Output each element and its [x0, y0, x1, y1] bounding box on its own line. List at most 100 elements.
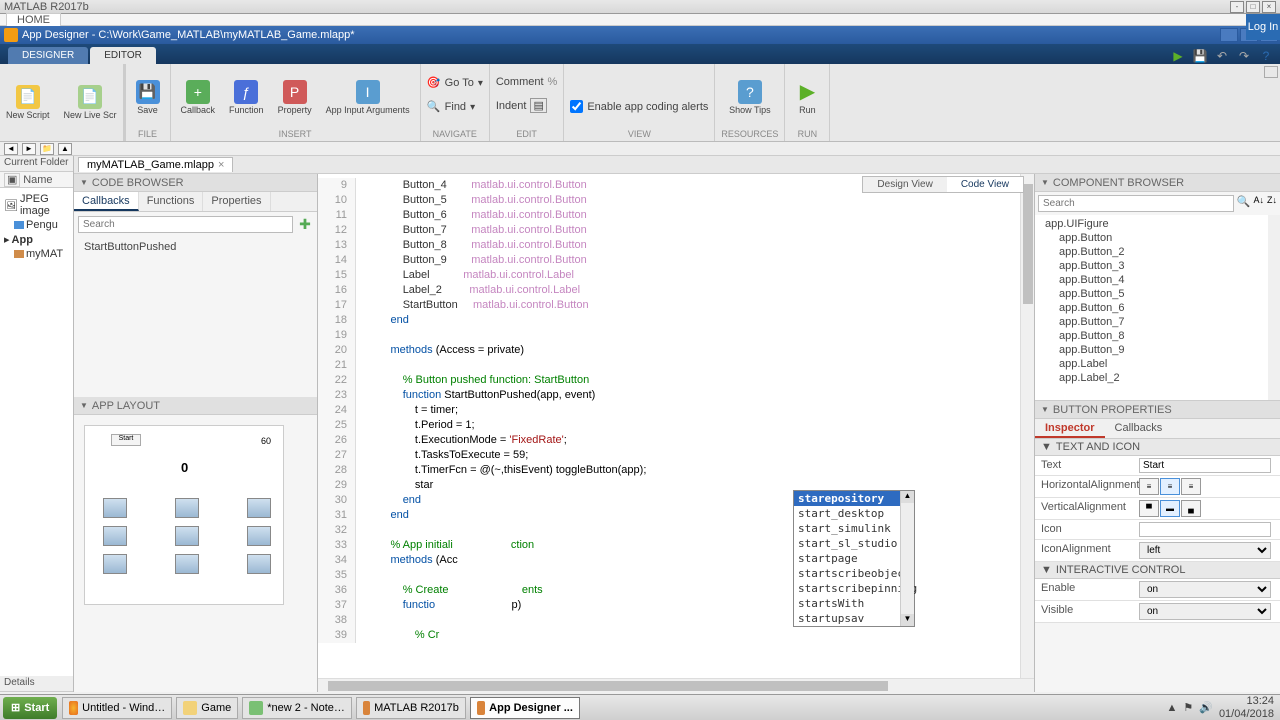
tree-scrollbar[interactable] [1268, 215, 1280, 400]
redo-icon[interactable]: ↷ [1236, 48, 1252, 64]
halign-right[interactable]: ≡ [1181, 478, 1201, 495]
find-button[interactable]: 🔍Find ▾ [427, 98, 483, 116]
start-button[interactable]: ⊞Start [3, 697, 57, 719]
component-tree-item[interactable]: app.Button_2 [1035, 245, 1280, 259]
search-icon[interactable]: 🔍 [1237, 195, 1251, 212]
code-view-button[interactable]: Code View [947, 177, 1023, 192]
autocomplete-item[interactable]: start_simulink [794, 521, 914, 536]
halign-center[interactable]: ≡ [1160, 478, 1180, 495]
layout-preview[interactable]: Start 60 0 [84, 425, 284, 605]
help-icon[interactable]: ? [1258, 48, 1274, 64]
folder-item[interactable]: Pengu [4, 218, 69, 232]
sort-za-icon[interactable]: Z↓ [1267, 195, 1277, 212]
autocomplete-popup[interactable]: ▲▼ starepositorystart_desktopstart_simul… [793, 490, 915, 627]
file-tab[interactable]: myMATLAB_Game.mlapp× [78, 157, 233, 172]
component-tree-item[interactable]: app.Button_8 [1035, 329, 1280, 343]
folder-item[interactable]: myMAT [4, 247, 69, 261]
valign-middle[interactable]: ▬ [1160, 500, 1180, 517]
tab-properties[interactable]: Properties [203, 192, 270, 211]
visible-select[interactable]: on [1139, 603, 1271, 620]
app-minimize[interactable] [1220, 28, 1238, 42]
tray-icon[interactable]: 🔊 [1199, 701, 1213, 714]
nav-back-icon[interactable]: ◄ [4, 143, 18, 155]
folder-item[interactable]: ▸ App [4, 232, 69, 247]
nav-fwd-icon[interactable]: ► [22, 143, 36, 155]
text-input[interactable] [1139, 458, 1271, 473]
code-editor[interactable]: 9 Button_4 matlab.ui.control.Button10 Bu… [318, 174, 1034, 678]
save-button[interactable]: 💾Save [132, 68, 164, 127]
enable-select[interactable]: on [1139, 581, 1271, 598]
undo-icon[interactable]: ↶ [1214, 48, 1230, 64]
hscrollbar[interactable] [318, 678, 1034, 692]
up-icon[interactable]: ▲ [58, 143, 72, 155]
taskbar-item[interactable]: App Designer ... [470, 697, 580, 719]
tray-icon[interactable]: ▲ [1166, 702, 1177, 714]
new-livescript-button[interactable]: 📄New Live Scr [60, 64, 121, 141]
design-view-button[interactable]: Design View [863, 177, 946, 192]
showtips-button[interactable]: ?Show Tips [725, 68, 775, 127]
component-tree-item[interactable]: app.Button [1035, 231, 1280, 245]
component-tree-item[interactable]: app.UIFigure [1035, 217, 1280, 231]
close-button[interactable]: × [1262, 1, 1276, 13]
section-interactive[interactable]: ▼INTERACTIVE CONTROL [1035, 562, 1280, 579]
tab-designer[interactable]: DESIGNER [8, 47, 88, 64]
autocomplete-item[interactable]: start_desktop [794, 506, 914, 521]
appinput-button[interactable]: IApp Input Arguments [322, 68, 414, 127]
minimize-button[interactable]: - [1230, 1, 1244, 13]
tray-icon[interactable]: ⚑ [1183, 701, 1193, 714]
taskbar-item[interactable]: Game [176, 697, 238, 719]
icon-input[interactable] [1139, 522, 1271, 537]
ribbon-collapse-icon[interactable] [1264, 66, 1278, 78]
function-button[interactable]: ƒFunction [225, 68, 268, 127]
goto-button[interactable]: 🎯Go To ▾ [427, 74, 483, 92]
component-tree-item[interactable]: app.Button_6 [1035, 301, 1280, 315]
component-tree-item[interactable]: app.Button_3 [1035, 259, 1280, 273]
component-tree-item[interactable]: app.Button_9 [1035, 343, 1280, 357]
taskbar-item[interactable]: Untitled - Wind… [62, 697, 172, 719]
indent-button[interactable]: Indent ▤ [496, 96, 557, 115]
property-button[interactable]: PProperty [274, 68, 316, 127]
taskbar-item[interactable]: MATLAB R2017b [356, 697, 466, 719]
login-button[interactable]: Log In [1246, 14, 1280, 40]
run-button[interactable]: ▶Run [791, 68, 823, 127]
autocomplete-item[interactable]: startupsav [794, 611, 914, 626]
run-icon[interactable]: ▶ [1170, 48, 1186, 64]
halign-left[interactable]: ≡ [1139, 478, 1159, 495]
folder-icon[interactable]: 📁 [40, 143, 54, 155]
folder-item[interactable]: 🖼JPEG image [4, 192, 69, 218]
save-icon[interactable]: 💾 [1192, 48, 1208, 64]
component-tree-item[interactable]: app.Label_2 [1035, 371, 1280, 385]
sort-az-icon[interactable]: A↓ [1253, 195, 1264, 212]
vscrollbar[interactable] [1020, 174, 1034, 678]
callback-button[interactable]: +Callback [177, 68, 220, 127]
autocomplete-item[interactable]: startsWith [794, 596, 914, 611]
enable-hints-checkbox[interactable]: Enable app coding alerts [570, 68, 708, 127]
home-tab[interactable]: HOME [6, 13, 61, 26]
add-callback-button[interactable]: ✚ [297, 216, 313, 232]
autocomplete-item[interactable]: startscribeobject [794, 566, 914, 581]
autocomplete-item[interactable]: startpage [794, 551, 914, 566]
close-icon[interactable]: × [218, 159, 224, 171]
new-script-button[interactable]: 📄New Script [2, 64, 54, 141]
tab-editor[interactable]: EDITOR [90, 47, 156, 64]
section-text-icon[interactable]: ▼TEXT AND ICON [1035, 439, 1280, 456]
tab-functions[interactable]: Functions [139, 192, 204, 211]
tab-callbacks[interactable]: Callbacks [74, 192, 139, 211]
component-tree-item[interactable]: app.Button_7 [1035, 315, 1280, 329]
component-tree-item[interactable]: app.Button_5 [1035, 287, 1280, 301]
tab-inspector[interactable]: Inspector [1035, 419, 1105, 438]
component-tree[interactable]: app.UIFigureapp.Buttonapp.Button_2app.Bu… [1035, 215, 1280, 401]
component-search[interactable] [1038, 195, 1234, 212]
component-tree-item[interactable]: app.Button_4 [1035, 273, 1280, 287]
tray-clock[interactable]: 13:2401/04/2018 [1219, 695, 1274, 719]
taskbar-item[interactable]: *new 2 - Note… [242, 697, 352, 719]
callback-item[interactable]: StartButtonPushed [84, 241, 307, 253]
comment-button[interactable]: Comment % [496, 74, 557, 90]
autocomplete-item[interactable]: starepository [794, 491, 914, 506]
valign-top[interactable]: ▀ [1139, 500, 1159, 517]
tab-callbacks-props[interactable]: Callbacks [1105, 419, 1173, 438]
code-browser-search[interactable] [78, 216, 293, 233]
maximize-button[interactable]: □ [1246, 1, 1260, 13]
autocomplete-item[interactable]: startscribepinning [794, 581, 914, 596]
autocomplete-item[interactable]: start_sl_studio [794, 536, 914, 551]
